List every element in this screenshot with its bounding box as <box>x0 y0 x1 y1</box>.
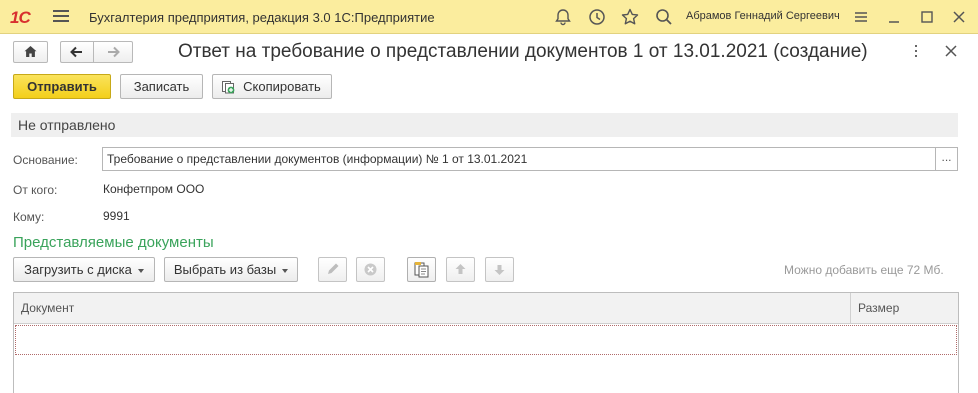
column-header-document[interactable]: Документ <box>14 293 850 324</box>
load-from-disk-button[interactable]: Загрузить с диска <box>13 257 155 282</box>
window-close-icon[interactable] <box>948 6 970 28</box>
home-icon <box>24 46 37 57</box>
basis-select-button[interactable]: ... <box>935 147 958 171</box>
open-file-icon <box>414 262 429 278</box>
minimize-icon[interactable] <box>883 6 905 28</box>
user-name[interactable]: Абрамов Геннадий Сергеевич <box>686 10 840 22</box>
documents-section-title: Представляемые документы <box>13 234 214 251</box>
settings-menu-icon[interactable] <box>850 6 872 28</box>
status-bar: Не отправлено <box>11 113 958 137</box>
basis-field[interactable]: Требование о представлении документов (и… <box>102 147 936 171</box>
copy-button[interactable]: Скопировать <box>212 74 332 99</box>
app-title: Бухгалтерия предприятия, редакция 3.0 1С… <box>89 10 435 25</box>
save-button[interactable]: Записать <box>120 74 203 99</box>
delete-icon <box>364 263 377 276</box>
bell-icon[interactable] <box>552 6 574 28</box>
forward-button[interactable] <box>93 41 133 63</box>
chevron-down-icon <box>137 268 144 273</box>
column-header-size[interactable]: Размер <box>851 293 958 324</box>
more-actions-icon[interactable] <box>913 45 919 59</box>
to-value: 9991 <box>103 209 130 223</box>
home-button[interactable] <box>13 41 48 63</box>
edit-button[interactable] <box>318 257 347 282</box>
search-icon[interactable] <box>653 6 675 28</box>
copy-icon <box>222 81 235 94</box>
move-up-button[interactable] <box>446 257 475 282</box>
move-down-button[interactable] <box>485 257 514 282</box>
arrow-left-icon <box>70 46 82 58</box>
open-file-button[interactable] <box>407 257 436 282</box>
from-label: От кого: <box>13 183 58 197</box>
select-from-db-button[interactable]: Выбрать из базы <box>164 257 298 282</box>
page-title: Ответ на требование о представлении доку… <box>178 41 868 62</box>
history-icon[interactable] <box>586 6 608 28</box>
copy-button-label: Скопировать <box>243 79 321 94</box>
select-from-db-label: Выбрать из базы <box>173 262 277 277</box>
table-row[interactable] <box>15 325 957 355</box>
arrow-right-icon <box>108 46 120 58</box>
title-bar: 1С Бухгалтерия предприятия, редакция 3.0… <box>0 0 978 34</box>
size-hint: Можно добавить еще 72 Мб. <box>784 263 944 277</box>
documents-table[interactable]: Документ Размер <box>13 292 959 393</box>
send-button[interactable]: Отправить <box>13 74 111 99</box>
basis-label: Основание: <box>13 153 78 167</box>
back-button[interactable] <box>60 41 93 63</box>
from-value: Конфетпром ООО <box>103 182 205 196</box>
load-from-disk-label: Загрузить с диска <box>24 262 132 277</box>
to-label: Кому: <box>13 210 45 224</box>
table-header: Документ Размер <box>14 293 958 324</box>
delete-button[interactable] <box>356 257 385 282</box>
main-menu-icon[interactable] <box>53 10 69 24</box>
maximize-icon[interactable] <box>916 6 938 28</box>
app-logo: 1С <box>10 8 31 27</box>
arrow-up-icon <box>455 264 466 274</box>
pencil-icon <box>328 263 339 274</box>
chevron-down-icon <box>282 268 289 273</box>
arrow-down-icon <box>494 265 505 275</box>
close-form-icon[interactable] <box>944 44 958 58</box>
star-icon[interactable] <box>619 6 641 28</box>
